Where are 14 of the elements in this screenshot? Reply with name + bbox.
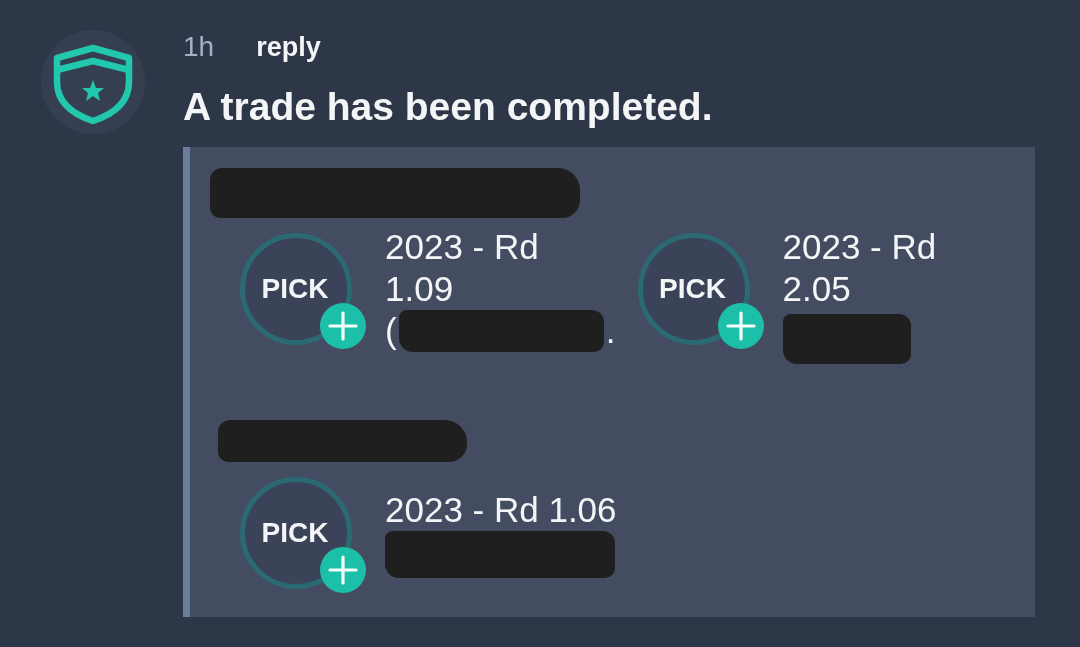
pick-badge: PICK [240, 233, 352, 345]
reply-link[interactable]: reply [256, 31, 321, 63]
pick-title: 2023 - Rd 1.09 [385, 226, 540, 310]
pick-badge: PICK [637, 233, 750, 345]
plus-icon [717, 303, 764, 349]
message-text: A trade has been completed. [183, 84, 714, 130]
detail-text: . [605, 310, 616, 352]
timestamp: 1h [183, 31, 215, 63]
pick-title: 2023 - Rd 1.06 [385, 488, 617, 531]
plus-icon [320, 547, 366, 593]
detail-text: ( [385, 310, 397, 352]
plus-icon [320, 303, 366, 349]
pick-badge: PICK [240, 477, 352, 589]
pick-title: 2023 - Rd 2.05 [782, 226, 938, 310]
